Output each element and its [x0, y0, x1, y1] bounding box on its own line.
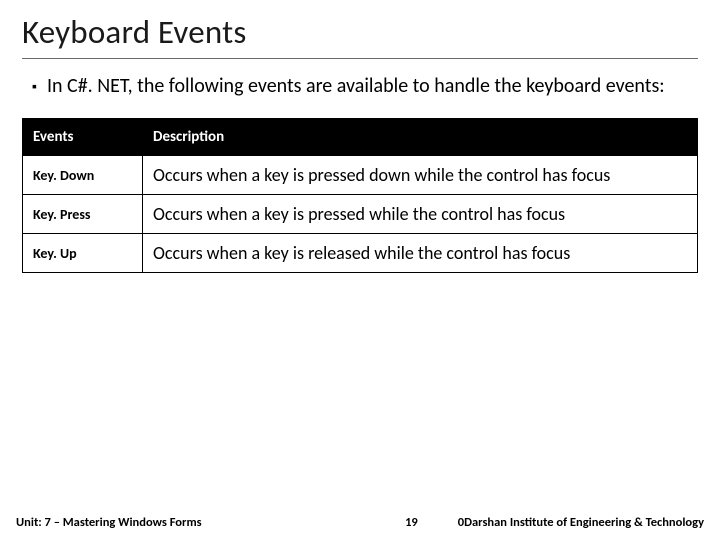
events-table: Events Description Key. Down Occurs when…: [22, 118, 698, 273]
footer-page-number: 19: [405, 515, 418, 530]
bullet-marker-icon: ▪: [32, 78, 37, 95]
table-row: Key. Up Occurs when a key is released wh…: [23, 234, 698, 273]
col-header-events: Events: [23, 119, 143, 156]
title-divider: [22, 58, 698, 59]
cell-event: Key. Press: [23, 195, 143, 234]
slide: Keyboard Events ▪ In C#. NET, the follow…: [0, 0, 720, 540]
footer-institute: 0Darshan Institute of Engineering & Tech…: [458, 515, 704, 530]
page-title: Keyboard Events: [22, 12, 698, 52]
table-row: Key. Press Occurs when a key is pressed …: [23, 195, 698, 234]
table-header-row: Events Description: [23, 119, 698, 156]
slide-footer: Unit: 7 – Mastering Windows Forms 19 0Da…: [0, 515, 720, 530]
bullet-text: In C#. NET, the following events are ava…: [47, 73, 665, 100]
cell-event: Key. Down: [23, 156, 143, 195]
cell-description: Occurs when a key is pressed while the c…: [143, 195, 698, 234]
bullet-item: ▪ In C#. NET, the following events are a…: [22, 73, 698, 100]
cell-description: Occurs when a key is released while the …: [143, 234, 698, 273]
table-row: Key. Down Occurs when a key is pressed d…: [23, 156, 698, 195]
col-header-description: Description: [143, 119, 698, 156]
cell-event: Key. Up: [23, 234, 143, 273]
cell-description: Occurs when a key is pressed down while …: [143, 156, 698, 195]
footer-unit: Unit: 7 – Mastering Windows Forms: [16, 515, 202, 530]
